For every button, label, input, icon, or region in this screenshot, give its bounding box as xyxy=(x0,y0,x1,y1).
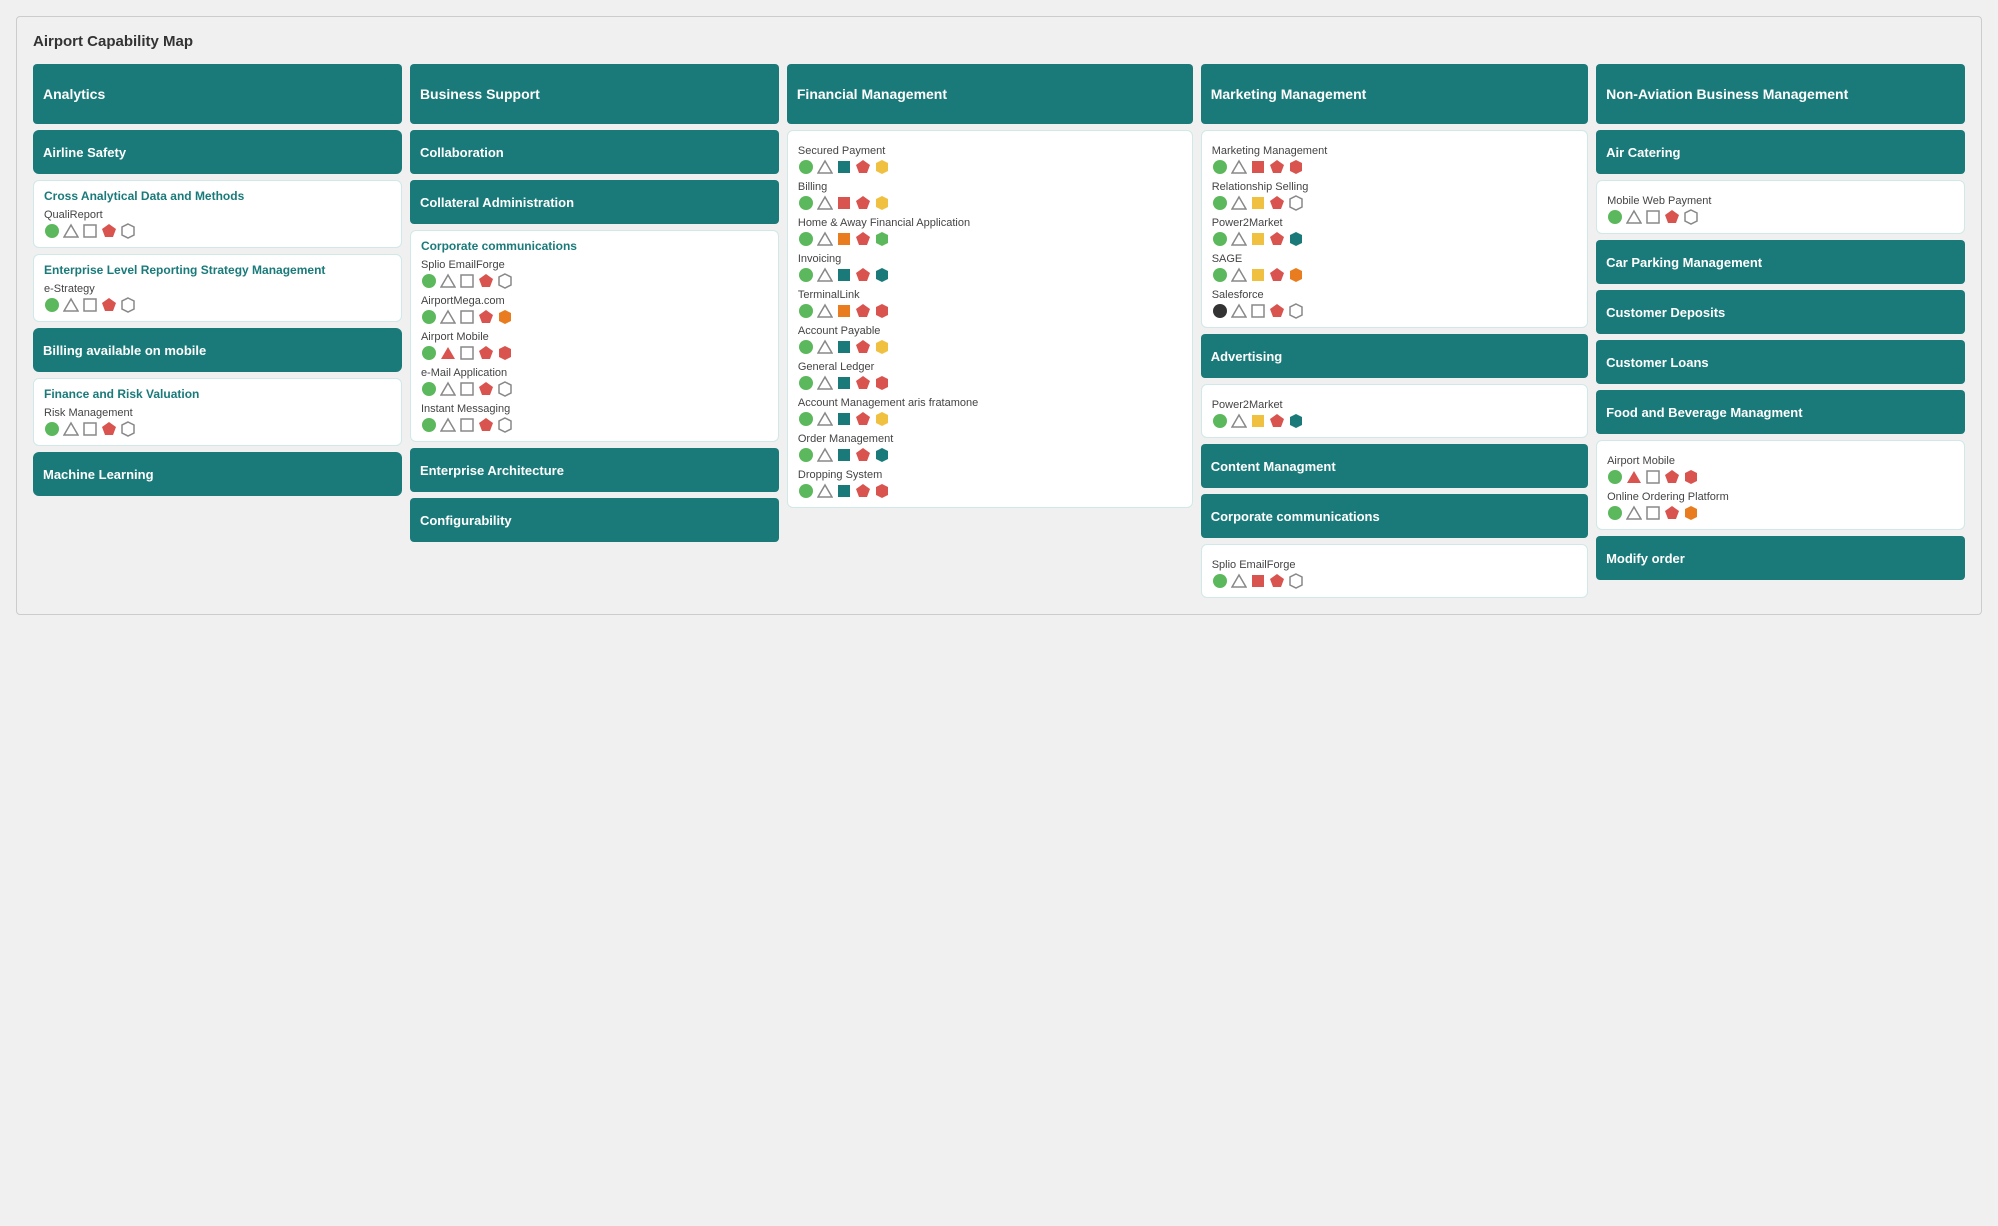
column-financial-management: Financial Management Secured Payment xyxy=(787,64,1193,508)
col-header-marketing: Marketing Management xyxy=(1201,64,1588,124)
sub-item-billing: Billing xyxy=(798,181,1182,211)
sub-item-qualireport: QualiReport xyxy=(44,209,391,239)
section-machine-learning: Machine Learning xyxy=(33,452,402,496)
sub-item-general-ledger: General Ledger xyxy=(798,361,1182,391)
section-food-beverage: Food and Beverage Managment xyxy=(1596,390,1965,434)
section-customer-loans: Customer Loans xyxy=(1596,340,1965,384)
section-advertising: Advertising xyxy=(1201,334,1588,378)
sub-item-home-away: Home & Away Financial Application xyxy=(798,217,1182,247)
sub-item-splio-mktg: Splio EmailForge xyxy=(1212,559,1577,589)
sub-item-order-mgmt: Order Management xyxy=(798,433,1182,463)
section-content-mgmt: Content Managment xyxy=(1201,444,1588,488)
sub-item-airport-mobile-bs: Airport Mobile xyxy=(421,331,768,361)
sub-item-mobile-web: Mobile Web Payment xyxy=(1607,195,1954,225)
icons-qualireport xyxy=(44,223,391,239)
section-billing-mobile: Billing available on mobile xyxy=(33,328,402,372)
section-configurability: Configurability xyxy=(410,498,779,542)
sub-item-rel-selling: Relationship Selling xyxy=(1212,181,1577,211)
sub-item-splio: Splio EmailForge xyxy=(421,259,768,289)
col-header-business-support: Business Support xyxy=(410,64,779,124)
card-financial-items: Secured Payment Billing xyxy=(787,130,1193,508)
sub-item-instant-messaging: Instant Messaging xyxy=(421,403,768,433)
section-collateral-admin: Collateral Administration xyxy=(410,180,779,224)
capability-map: Analytics Airline Safety Cross Analytica… xyxy=(33,64,1965,598)
section-collaboration: Collaboration xyxy=(410,130,779,174)
sub-item-online-ordering: Online Ordering Platform xyxy=(1607,491,1954,521)
section-customer-deposits: Customer Deposits xyxy=(1596,290,1965,334)
page-title: Airport Capability Map xyxy=(33,33,1965,50)
column-marketing: Marketing Management Marketing Managemen… xyxy=(1201,64,1588,598)
section-modify-order: Modify order xyxy=(1596,536,1965,580)
sub-item-power2market-adv: Power2Market xyxy=(1212,399,1577,429)
sub-item-mktg-mgmt: Marketing Management xyxy=(1212,145,1577,175)
card-food-beverage-items: Airport Mobile Online Ordering Platform xyxy=(1596,440,1965,530)
sub-item-estrategy: e-Strategy xyxy=(44,283,391,313)
card-enterprise-reporting: Enterprise Level Reporting Strategy Mana… xyxy=(33,254,402,322)
column-analytics: Analytics Airline Safety Cross Analytica… xyxy=(33,64,402,496)
section-corp-comms-mktg: Corporate communications xyxy=(1201,494,1588,538)
section-enterprise-arch: Enterprise Architecture xyxy=(410,448,779,492)
col-header-analytics: Analytics xyxy=(33,64,402,124)
sub-item-email-app: e-Mail Application xyxy=(421,367,768,397)
section-car-parking: Car Parking Management xyxy=(1596,240,1965,284)
card-finance-risk: Finance and Risk Valuation Risk Manageme… xyxy=(33,378,402,446)
sub-item-airport-mobile-nav: Airport Mobile xyxy=(1607,455,1954,485)
sub-item-invoicing: Invoicing xyxy=(798,253,1182,283)
col-header-non-aviation: Non-Aviation Business Management xyxy=(1596,64,1965,124)
column-business-support: Business Support Collaboration Collatera… xyxy=(410,64,779,542)
sub-item-sage: SAGE xyxy=(1212,253,1577,283)
sub-item-secured-payment: Secured Payment xyxy=(798,145,1182,175)
sub-item-salesforce: Salesforce xyxy=(1212,289,1577,319)
card-corporate-comms: Corporate communications Splio EmailForg… xyxy=(410,230,779,442)
icons-risk-mgmt xyxy=(44,421,391,437)
section-air-catering: Air Catering xyxy=(1596,130,1965,174)
column-non-aviation: Non-Aviation Business Management Air Cat… xyxy=(1596,64,1965,580)
col-header-financial: Financial Management xyxy=(787,64,1193,124)
card-marketing-items: Marketing Management Relationship Sellin… xyxy=(1201,130,1588,328)
sub-item-power2market: Power2Market xyxy=(1212,217,1577,247)
card-cross-analytical: Cross Analytical Data and Methods QualiR… xyxy=(33,180,402,248)
section-airline-safety: Airline Safety xyxy=(33,130,402,174)
sub-item-terminallink: TerminalLink xyxy=(798,289,1182,319)
sub-item-dropping-system: Dropping System xyxy=(798,469,1182,499)
sub-item-risk-mgmt: Risk Management xyxy=(44,407,391,437)
sub-item-account-payable: Account Payable xyxy=(798,325,1182,355)
card-advertising-items: Power2Market xyxy=(1201,384,1588,438)
icons-estrategy xyxy=(44,297,391,313)
page-container: Airport Capability Map Analytics Airline… xyxy=(16,16,1982,615)
card-corp-comms-mktg: Splio EmailForge xyxy=(1201,544,1588,598)
sub-item-account-mgmt: Account Management aris fratamone xyxy=(798,397,1182,427)
sub-item-airportmega: AirportMega.com xyxy=(421,295,768,325)
card-mobile-web-payment: Mobile Web Payment xyxy=(1596,180,1965,234)
